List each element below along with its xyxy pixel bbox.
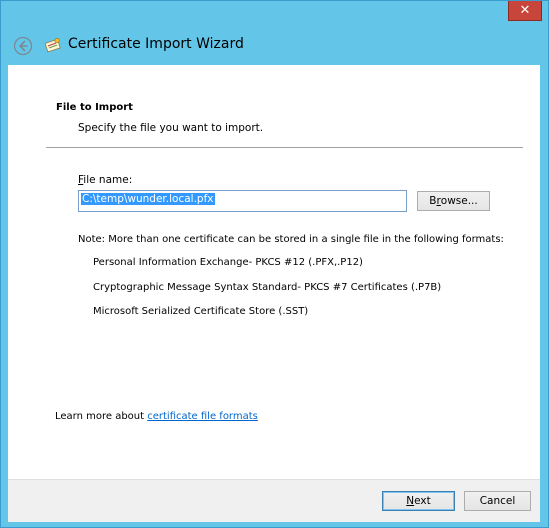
section-title: File to Import (56, 102, 133, 113)
file-name-label-rest: ile name: (83, 174, 133, 186)
file-name-value: C:\temp\wunder.local.pfx (81, 193, 215, 205)
cancel-button[interactable]: Cancel (464, 491, 531, 511)
format-item-sst: Microsoft Serialized Certificate Store (… (93, 306, 309, 317)
back-button[interactable] (13, 36, 33, 56)
divider (46, 147, 523, 148)
browse-button[interactable]: Br owse... (417, 191, 490, 211)
certificate-icon (44, 37, 61, 53)
next-label-rest: ext (414, 495, 431, 507)
title-bar: Certificate Import Wizard (1, 27, 548, 65)
certificate-formats-link[interactable]: certificate file formats (147, 411, 258, 422)
file-name-label: File name: (78, 174, 132, 186)
formats-note: Note: More than one certificate can be s… (78, 234, 504, 245)
close-icon: ✕ (519, 3, 531, 18)
format-item-pfx: Personal Information Exchange- PKCS #12 … (93, 257, 363, 268)
next-label-accel: N (406, 495, 415, 507)
format-item-p7b: Cryptographic Message Syntax Standard- P… (93, 282, 442, 293)
learn-more: Learn more about certificate file format… (55, 411, 258, 422)
learn-more-prefix: Learn more about (55, 411, 148, 422)
window-title: Certificate Import Wizard (68, 36, 244, 52)
footer-bar: Next Cancel (8, 479, 540, 522)
back-arrow-icon (13, 36, 33, 56)
wizard-window: ✕ Certificate Import Wizard File to Impo… (0, 0, 549, 528)
next-button[interactable]: Next (382, 491, 455, 511)
browse-label-post: owse... (440, 195, 478, 207)
wizard-content: File to Import Specify the file you want… (8, 65, 540, 479)
file-name-input[interactable]: C:\temp\wunder.local.pfx (78, 190, 407, 212)
section-description: Specify the file you want to import. (78, 122, 264, 134)
browse-label-pre: B (429, 195, 437, 207)
close-button[interactable]: ✕ (508, 1, 542, 21)
